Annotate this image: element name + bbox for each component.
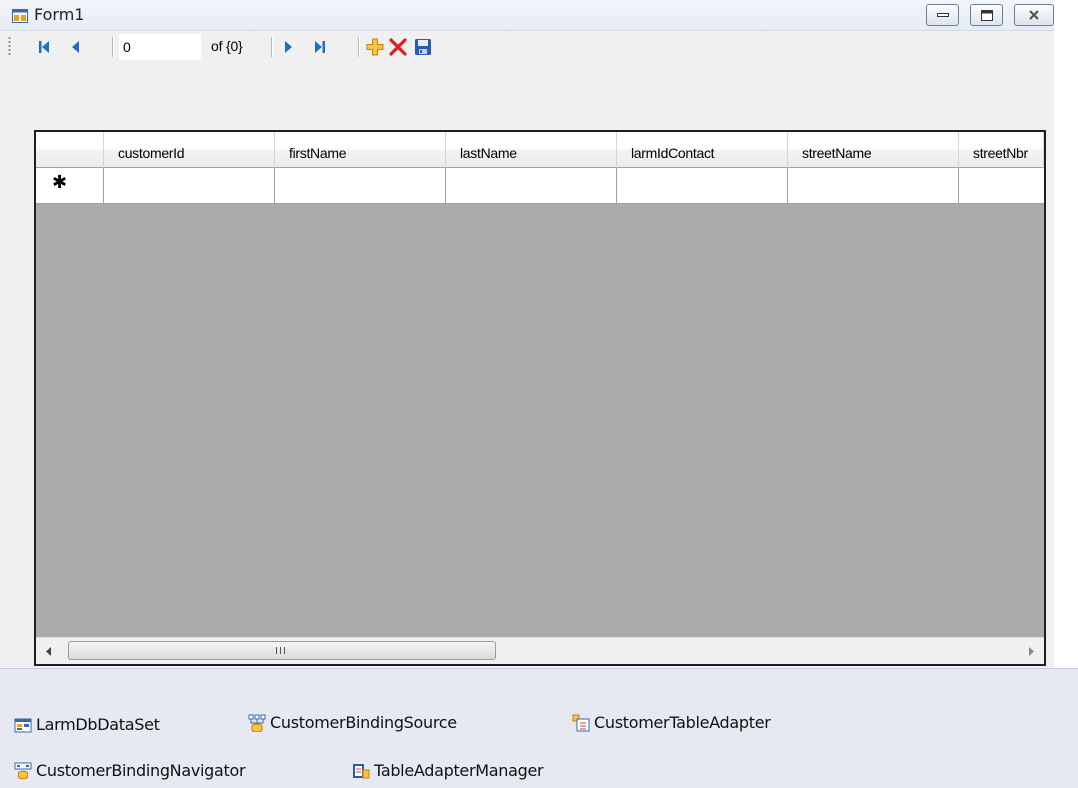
save-icon: [415, 39, 431, 55]
binding-source-icon: [248, 714, 266, 732]
toolbar-separator: [358, 37, 360, 57]
binding-navigator-icon: [14, 762, 32, 779]
delete-button[interactable]: [387, 36, 409, 58]
move-last-icon: [315, 41, 325, 53]
dataset-icon: [14, 718, 32, 732]
move-first-button[interactable]: [33, 36, 55, 58]
cell-firstname[interactable]: [275, 168, 446, 204]
move-previous-icon: [72, 41, 79, 53]
cell-larmidcontact[interactable]: [617, 168, 788, 204]
customer-data-grid[interactable]: customerId firstName lastName larmIdCont…: [34, 130, 1046, 666]
scrollbar-thumb[interactable]: [68, 641, 496, 660]
form-designer-surface: Form1 0 of {0} customerId firstName last…: [0, 0, 1054, 668]
table-adapter-manager-icon: [353, 763, 370, 778]
toolbar-separator: [112, 37, 114, 57]
form-icon: [12, 9, 28, 23]
new-row-marker[interactable]: ✱: [36, 168, 104, 204]
cell-customerid[interactable]: [104, 168, 275, 204]
cell-streetname[interactable]: [788, 168, 959, 204]
close-icon: [1029, 10, 1039, 20]
cell-lastname[interactable]: [446, 168, 617, 204]
column-header-streetnbr[interactable]: streetNbr: [959, 132, 1044, 168]
move-first-icon: [39, 41, 49, 53]
tray-item-tableadaptermanager[interactable]: TableAdapterManager: [352, 761, 544, 780]
column-header-larmidcontact[interactable]: larmIdContact: [617, 132, 788, 168]
minimize-icon: [936, 13, 949, 17]
minimize-button[interactable]: [926, 4, 959, 26]
position-input[interactable]: [119, 34, 201, 60]
tray-item-customerbindingnavigator[interactable]: CustomerBindingNavigator: [14, 761, 246, 780]
scroll-left-icon: [46, 646, 51, 656]
column-header-row: customerId firstName lastName larmIdCont…: [36, 132, 1044, 168]
window-title: Form1: [34, 5, 85, 24]
horizontal-scrollbar[interactable]: [36, 637, 1044, 664]
new-row[interactable]: ✱: [36, 168, 1044, 204]
close-button[interactable]: [1014, 4, 1054, 26]
tray-label: CustomerBindingNavigator: [36, 761, 246, 780]
toolbar-separator: [271, 37, 273, 57]
column-header-firstname[interactable]: firstName: [275, 132, 446, 168]
add-new-button[interactable]: [364, 36, 386, 58]
tray-label: LarmDbDataSet: [36, 715, 160, 734]
maximize-icon: [980, 9, 993, 21]
table-adapter-icon: [572, 714, 590, 731]
scroll-right-icon: [1029, 646, 1034, 656]
maximize-button[interactable]: [970, 4, 1003, 26]
tray-label: CustomerBindingSource: [270, 713, 457, 732]
column-header-lastname[interactable]: lastName: [446, 132, 617, 168]
title-bar: Form1: [0, 0, 1054, 31]
count-label: of {0}: [211, 38, 243, 54]
move-previous-button[interactable]: [65, 36, 87, 58]
component-tray: LarmDbDataSet CustomerBindingSource Cust…: [0, 668, 1078, 788]
column-header-customerid[interactable]: customerId: [104, 132, 275, 168]
toolbar-grip[interactable]: [8, 36, 11, 56]
tray-label: CustomerTableAdapter: [594, 713, 771, 732]
top-left-header-cell[interactable]: [36, 132, 104, 168]
cell-streetnbr[interactable]: [959, 168, 1044, 204]
move-last-button[interactable]: [309, 36, 331, 58]
tray-item-customerbindingsource[interactable]: CustomerBindingSource: [248, 713, 457, 732]
thumb-grip-icon: [276, 647, 285, 654]
save-button[interactable]: [412, 36, 434, 58]
delete-icon: [389, 38, 407, 56]
column-header-streetname[interactable]: streetName: [788, 132, 959, 168]
move-next-button[interactable]: [277, 36, 299, 58]
tray-item-customertableadapter[interactable]: CustomerTableAdapter: [572, 713, 771, 732]
tray-item-larmdbdataset[interactable]: LarmDbDataSet: [14, 715, 160, 734]
tray-label: TableAdapterManager: [374, 761, 544, 780]
add-icon: [366, 38, 384, 56]
scroll-left-button[interactable]: [36, 638, 62, 664]
scroll-right-button[interactable]: [1018, 638, 1044, 664]
move-next-icon: [285, 41, 292, 53]
designer-background: [1054, 0, 1078, 668]
